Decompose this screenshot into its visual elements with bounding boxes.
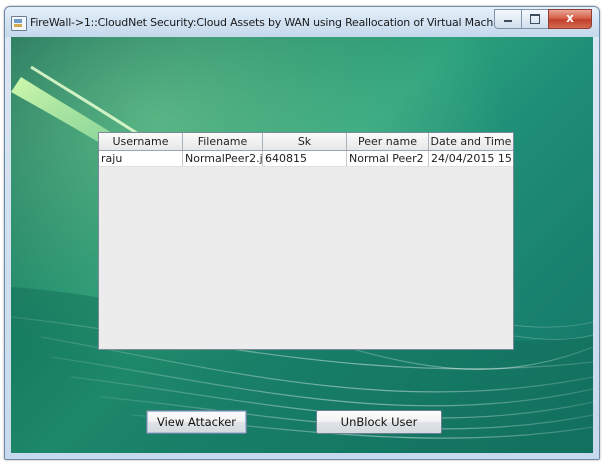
- column-header-username[interactable]: Username: [99, 133, 183, 150]
- content-pane: Username Filename Sk Peer name Date and …: [11, 37, 593, 453]
- close-icon: x: [566, 11, 574, 25]
- maximize-icon: [530, 14, 540, 24]
- table-row[interactable]: raju NormalPeer2.j... 640815 Normal Peer…: [99, 151, 513, 167]
- cell-filename[interactable]: NormalPeer2.j...: [183, 151, 263, 166]
- cell-username[interactable]: raju: [99, 151, 183, 166]
- minimize-button[interactable]: [494, 9, 522, 29]
- column-header-filename[interactable]: Filename: [183, 133, 263, 150]
- column-header-date-time[interactable]: Date and Time: [429, 133, 513, 150]
- window-controls: x: [494, 9, 592, 29]
- unblock-user-button[interactable]: UnBlock User: [316, 410, 442, 434]
- close-button[interactable]: x: [548, 9, 592, 29]
- title-bar[interactable]: FireWall->1::CloudNet Security:Cloud Ass…: [5, 7, 599, 37]
- maximize-button[interactable]: [521, 9, 549, 29]
- column-header-sk[interactable]: Sk: [263, 133, 347, 150]
- column-header-peer-name[interactable]: Peer name: [347, 133, 429, 150]
- view-attacker-button[interactable]: View Attacker: [146, 410, 247, 434]
- cell-peer-name[interactable]: Normal Peer2: [347, 151, 429, 166]
- window-title: FireWall->1::CloudNet Security:Cloud Ass…: [30, 16, 510, 29]
- application-window: FireWall->1::CloudNet Security:Cloud Ass…: [4, 6, 600, 460]
- cell-sk[interactable]: 640815: [263, 151, 347, 166]
- attacker-table[interactable]: Username Filename Sk Peer name Date and …: [98, 132, 514, 350]
- minimize-icon: [504, 20, 512, 22]
- table-header: Username Filename Sk Peer name Date and …: [99, 133, 513, 151]
- java-app-icon: [11, 16, 27, 31]
- cell-date-time[interactable]: 24/04/2015 15...: [429, 151, 513, 166]
